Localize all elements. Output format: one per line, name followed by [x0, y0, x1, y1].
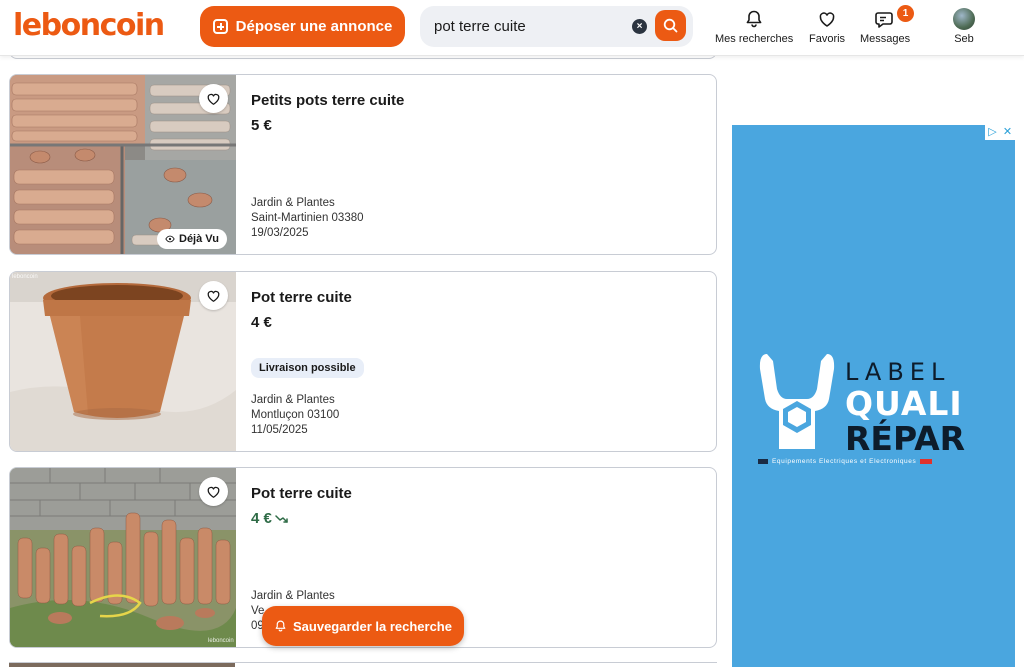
nav-profile[interactable]: Seb [953, 6, 975, 45]
listing-location: Saint-Martinien 03380 [251, 212, 364, 224]
nav-my-searches[interactable]: Mes recherches [715, 6, 793, 45]
listing-title[interactable]: Pot terre cuite [251, 485, 352, 502]
listing-category: Jardin & Plantes [251, 590, 335, 602]
ad-tagline: Equipements Electriques et Electroniques [758, 458, 990, 465]
save-search-button[interactable]: Sauvegarder la recherche [262, 606, 464, 646]
post-ad-button[interactable]: Déposer une annonce [200, 6, 405, 47]
favorite-button[interactable] [199, 84, 228, 113]
delivery-badge: Livraison possible [251, 358, 364, 378]
listing-title[interactable]: Petits pots terre cuite [251, 92, 404, 109]
ad-line-1: LABEL [845, 358, 951, 386]
clear-search-icon[interactable]: × [632, 19, 647, 34]
listing-price-row: 4 € [251, 510, 289, 527]
next-listing-photo-edge [9, 663, 235, 667]
search-icon [663, 18, 678, 33]
seen-label: Déjà Vu [179, 233, 219, 245]
listing-title[interactable]: Pot terre cuite [251, 289, 352, 306]
ad-flag-bar [920, 459, 933, 464]
listing-price: 5 € [251, 117, 272, 134]
listing-meta: Jardin & Plantes Saint-Martinien 03380 1… [251, 196, 364, 241]
ad-choices-icon[interactable]: ▷ [985, 125, 1000, 140]
seen-badge: Déjà Vu [157, 229, 227, 249]
ad-headline: LABEL QUALI RÉPAR [845, 358, 965, 456]
ad-controls: ▷ ✕ [985, 125, 1015, 140]
avatar [953, 8, 975, 30]
price-drop-icon [275, 514, 288, 523]
listing-meta: Jardin & Plantes Montluçon 03100 11/05/2… [251, 393, 339, 438]
listing-card[interactable]: Déjà Vu Petits pots terre cuite 5 € Jard… [9, 74, 717, 255]
top-header: leboncoin Déposer une annonce × Mes rech… [0, 0, 1024, 56]
listing-card[interactable]: leboncoin Pot terre cuite 4 € Livraison … [9, 271, 717, 452]
quali-repar-logo [759, 354, 835, 449]
photo-watermark: leboncoin [12, 274, 38, 280]
ad-line-3: RÉPAR [845, 419, 966, 458]
nav-label: Messages [860, 33, 911, 45]
listing-details: Petits pots terre cuite 5 € Jardin & Pla… [251, 75, 716, 254]
bell-icon [746, 10, 762, 28]
ad-flag-bar [758, 459, 768, 464]
listing-category: Jardin & Plantes [251, 197, 335, 209]
listing-category: Jardin & Plantes [251, 394, 335, 406]
favorite-button[interactable] [199, 477, 228, 506]
leboncoin-logo[interactable]: leboncoin [13, 8, 165, 43]
favorite-button[interactable] [199, 281, 228, 310]
nav-label: Mes recherches [715, 33, 794, 45]
eye-icon [165, 235, 175, 243]
chat-icon [875, 12, 893, 28]
heart-icon [207, 290, 220, 302]
bell-icon [275, 620, 286, 632]
save-search-label: Sauvegarder la recherche [293, 618, 452, 634]
listing-location: Montluçon 03100 [251, 409, 340, 421]
post-ad-label: Déposer une annonce [235, 18, 393, 35]
heart-icon [819, 12, 835, 27]
ad-close-icon[interactable]: ✕ [1000, 125, 1015, 140]
listing-date: 19/03/2025 [251, 227, 309, 239]
listing-date: 11/05/2025 [251, 424, 308, 436]
listing-details: Pot terre cuite 4 € Livraison possible J… [251, 272, 716, 451]
heart-icon [207, 93, 220, 105]
ad-tagline-text: Equipements Electriques et Electroniques [772, 458, 917, 465]
photo-watermark: leboncoin [208, 638, 234, 644]
search-bar [420, 6, 693, 47]
heart-icon [207, 486, 220, 498]
nav-label: Favoris [809, 33, 846, 45]
listing-price: 4 € [251, 510, 272, 527]
nav-label: Seb [954, 33, 974, 45]
search-button[interactable] [655, 10, 686, 41]
advertisement[interactable]: ▷ ✕ LABEL QUALI RÉPAR Equipements Electr… [732, 125, 1015, 667]
ad-line-2: QUALI [845, 384, 963, 423]
messages-badge: 1 [897, 5, 914, 22]
plus-icon [212, 19, 228, 34]
listing-price: 4 € [251, 314, 272, 331]
nav-favorites[interactable]: Favoris [809, 6, 845, 45]
search-input[interactable] [434, 6, 634, 47]
